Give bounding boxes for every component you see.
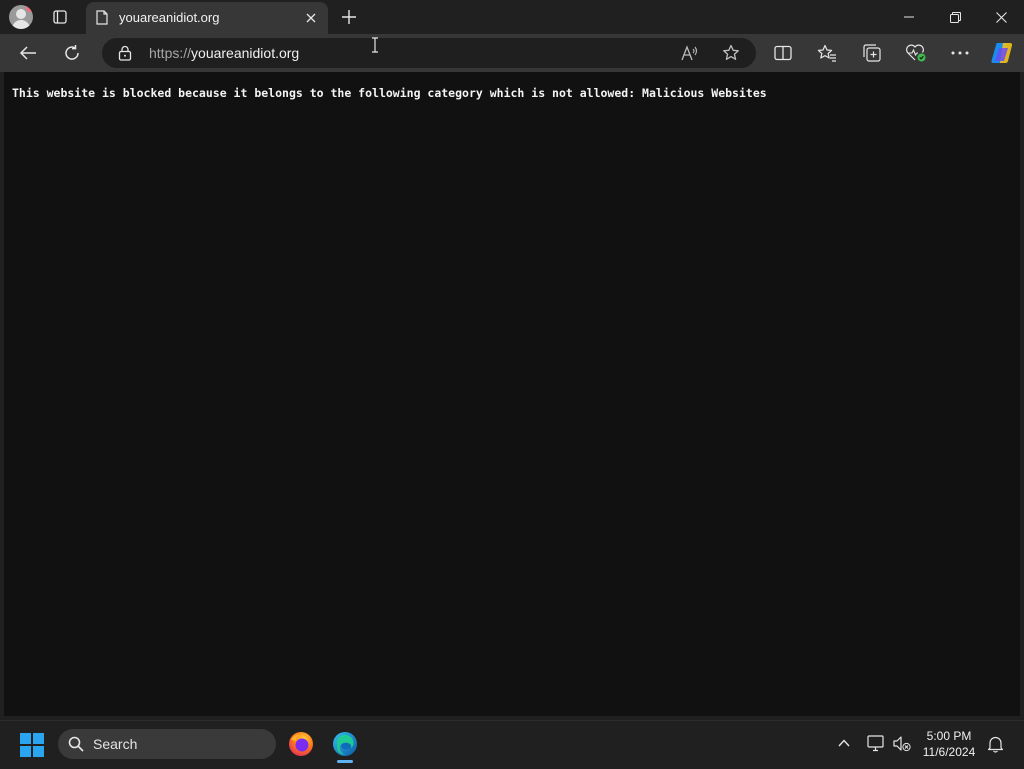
back-icon[interactable] xyxy=(12,37,44,69)
more-icon[interactable] xyxy=(944,37,976,69)
split-screen-icon[interactable] xyxy=(767,37,799,69)
windows-start-icon[interactable] xyxy=(20,733,44,757)
edge-icon[interactable] xyxy=(332,731,358,757)
search-icon xyxy=(68,736,84,757)
clock-time: 5:00 PM xyxy=(926,729,972,743)
refresh-icon[interactable] xyxy=(56,37,88,69)
system-clock[interactable]: 5:00 PM 11/6/2024 xyxy=(918,728,980,760)
page-content: This website is blocked because it belon… xyxy=(4,72,1020,716)
favorite-star-icon[interactable] xyxy=(715,37,747,69)
close-tab-icon[interactable] xyxy=(302,9,320,27)
page-favicon-icon xyxy=(96,10,108,25)
address-bar[interactable]: https://youareanidiot.org xyxy=(102,38,756,68)
lock-icon[interactable] xyxy=(118,45,132,66)
copilot-icon[interactable] xyxy=(986,37,1018,69)
notification-bell-icon[interactable] xyxy=(987,735,1004,758)
read-aloud-icon[interactable] xyxy=(674,37,706,69)
search-label: Search xyxy=(93,736,138,752)
chevron-up-icon[interactable] xyxy=(836,735,852,756)
volume-muted-icon[interactable] xyxy=(893,735,911,757)
url-host: youareanidiot.org xyxy=(191,45,300,61)
text-cursor-icon xyxy=(370,37,380,58)
tab-title: youareanidiot.org xyxy=(119,10,220,25)
url-text[interactable]: https://youareanidiot.org xyxy=(149,45,299,61)
browser-essentials-icon[interactable] xyxy=(900,37,932,69)
collections-icon[interactable] xyxy=(856,37,888,69)
blocked-message: This website is blocked because it belon… xyxy=(12,86,767,100)
url-scheme: https:// xyxy=(149,45,192,61)
firefox-icon[interactable] xyxy=(288,731,314,757)
restore-icon[interactable] xyxy=(932,0,978,34)
tab-actions-icon[interactable] xyxy=(46,5,74,29)
minimize-icon[interactable] xyxy=(886,0,932,34)
browser-tab[interactable]: youareanidiot.org xyxy=(86,2,328,34)
close-window-icon[interactable] xyxy=(978,0,1024,34)
clock-date: 11/6/2024 xyxy=(922,745,976,759)
network-icon[interactable] xyxy=(867,735,885,757)
profile-avatar-icon[interactable] xyxy=(9,5,33,29)
taskbar-search[interactable]: Search xyxy=(58,729,276,759)
new-tab-icon[interactable] xyxy=(338,6,360,28)
favorites-icon[interactable] xyxy=(811,37,843,69)
edge-running-indicator xyxy=(337,760,353,763)
